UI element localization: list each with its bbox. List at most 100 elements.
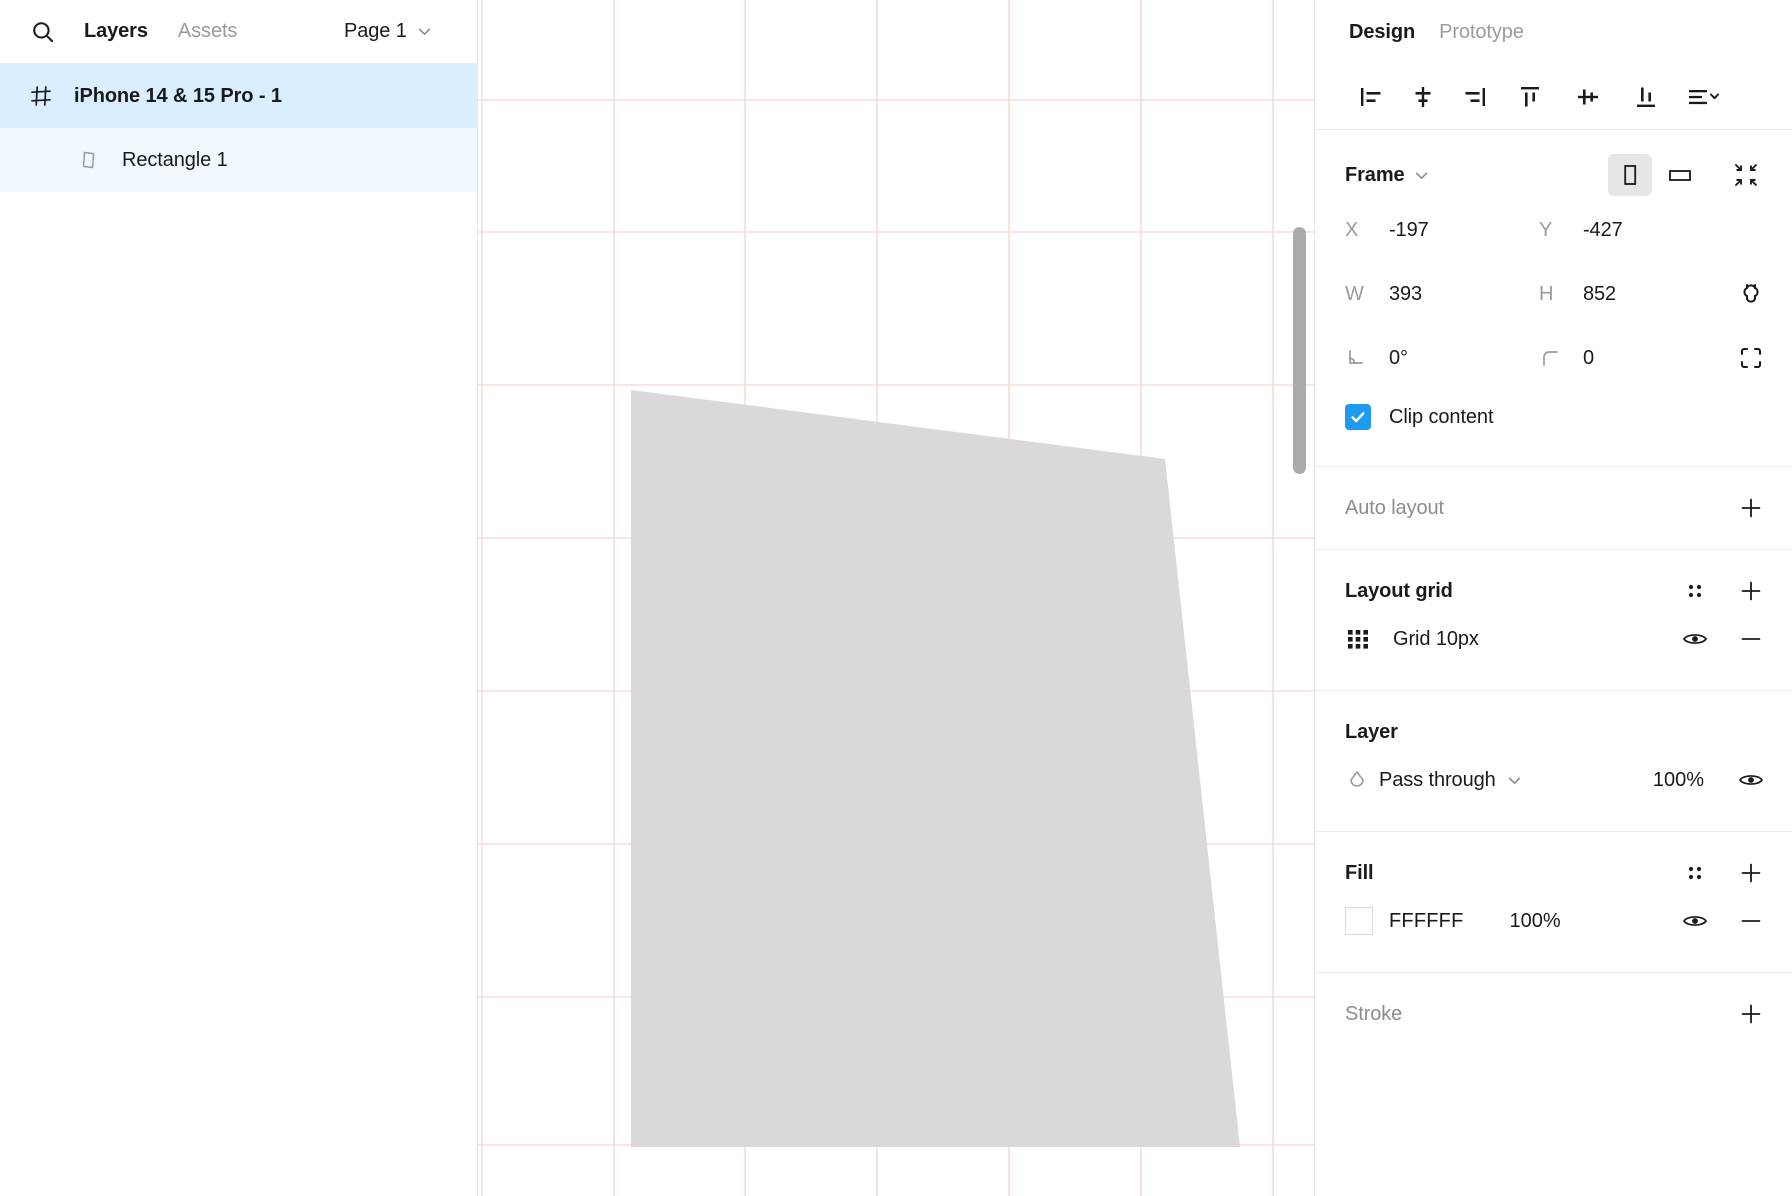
landscape-icon[interactable] xyxy=(1658,154,1702,196)
height-field[interactable]: H 852 xyxy=(1539,283,1733,306)
layout-grid-section: Layout grid Grid 10px xyxy=(1315,550,1792,691)
blend-mode-dropdown[interactable]: Pass through xyxy=(1379,769,1523,792)
chevron-down-icon xyxy=(416,23,433,40)
corner-radius-icon xyxy=(1539,347,1569,369)
blend-mode-value: Pass through xyxy=(1379,768,1496,791)
layer-list: iPhone 14 & 15 Pro - 1 Rectangle 1 xyxy=(0,64,477,192)
stroke-title: Stroke xyxy=(1345,1002,1403,1025)
layout-grid-item-label[interactable]: Grid 10px xyxy=(1393,628,1479,651)
fill-title: Fill xyxy=(1345,861,1374,884)
rotation-value[interactable]: 0° xyxy=(1389,347,1408,370)
design-panel-tabs: Design Prototype xyxy=(1315,0,1792,64)
frame-section-title: Frame xyxy=(1345,163,1405,186)
fill-color-swatch[interactable] xyxy=(1345,907,1373,935)
figma-window: Layers Assets Page 1 iPhone 14 & 15 Pro … xyxy=(0,0,1792,1196)
layer-row-frame[interactable]: iPhone 14 & 15 Pro - 1 xyxy=(0,64,477,128)
fill-opacity-value[interactable]: 100% xyxy=(1510,910,1561,933)
tab-prototype[interactable]: Prototype xyxy=(1439,17,1524,48)
layer-row-rectangle[interactable]: Rectangle 1 xyxy=(0,128,477,192)
rotation-icon xyxy=(1345,347,1375,369)
h-label: H xyxy=(1539,282,1554,305)
orientation-toggle xyxy=(1608,154,1702,196)
clip-content-label: Clip content xyxy=(1389,405,1494,428)
canvas-vertical-scrollbar[interactable] xyxy=(1293,227,1306,474)
add-layout-grid-plus-icon[interactable] xyxy=(1734,574,1768,608)
layers-panel-toolbar: Layers Assets Page 1 xyxy=(0,0,477,64)
y-value[interactable]: -427 xyxy=(1583,219,1623,242)
design-canvas[interactable] xyxy=(478,0,1314,1196)
y-label: Y xyxy=(1539,218,1553,241)
layer-name: Rectangle 1 xyxy=(122,148,228,171)
frame-section: Frame X -197 Y -427 W 393 H 852 0° 0 Cli… xyxy=(1315,130,1792,467)
fill-item: FFFFFF 100% xyxy=(1345,892,1768,950)
corner-radius-value[interactable]: 0 xyxy=(1583,347,1594,370)
align-horizontal-center-icon[interactable] xyxy=(1397,75,1449,119)
resize-to-fit-icon[interactable] xyxy=(1724,154,1768,196)
eye-icon[interactable] xyxy=(1678,622,1712,656)
independent-corners-icon[interactable] xyxy=(1738,345,1768,371)
add-stroke-plus-icon[interactable] xyxy=(1734,997,1768,1031)
vector-shape-icon xyxy=(72,149,106,171)
design-panel: Design Prototype Frame X -197 Y -427 W 3… xyxy=(1314,0,1792,1196)
fill-settings-icon[interactable] xyxy=(1678,856,1712,890)
rotation-field[interactable]: 0° xyxy=(1345,347,1539,370)
constrain-proportions-icon[interactable] xyxy=(1738,281,1768,307)
align-bottom-icon[interactable] xyxy=(1617,75,1675,119)
tab-design[interactable]: Design xyxy=(1349,17,1415,48)
tab-assets[interactable]: Assets xyxy=(170,16,245,47)
page-selector[interactable]: Page 1 xyxy=(344,20,433,43)
auto-layout-section: Auto layout xyxy=(1315,467,1792,550)
layers-panel: Layers Assets Page 1 iPhone 14 & 15 Pro … xyxy=(0,0,478,1196)
eye-icon[interactable] xyxy=(1678,904,1712,938)
layer-section: Layer Pass through 100% xyxy=(1315,691,1792,832)
eye-icon[interactable] xyxy=(1734,763,1768,797)
frame-icon xyxy=(24,84,58,108)
stroke-header: Stroke xyxy=(1345,995,1768,1033)
distribute-menu-icon[interactable] xyxy=(1675,75,1733,119)
align-top-icon[interactable] xyxy=(1501,75,1559,119)
add-auto-layout-plus-icon[interactable] xyxy=(1734,491,1768,525)
remove-layout-grid-minus-icon[interactable] xyxy=(1734,622,1768,656)
blend-mode-icon xyxy=(1345,768,1369,792)
x-field[interactable]: X -197 xyxy=(1345,219,1539,242)
align-vertical-center-icon[interactable] xyxy=(1559,75,1617,119)
grid-dots-icon[interactable] xyxy=(1345,626,1383,652)
y-field[interactable]: Y -427 xyxy=(1539,219,1733,242)
position-row: X -197 Y -427 xyxy=(1345,198,1768,262)
layer-opacity-value[interactable]: 100% xyxy=(1653,769,1704,792)
chevron-down-icon xyxy=(1506,772,1523,789)
fill-section: Fill FFFFFF 100% xyxy=(1315,832,1792,973)
w-value[interactable]: 393 xyxy=(1389,283,1422,306)
portrait-icon[interactable] xyxy=(1608,154,1652,196)
rotation-corner-row: 0° 0 xyxy=(1345,326,1768,390)
stroke-section: Stroke xyxy=(1315,973,1792,1055)
fill-hex-value[interactable]: FFFFFF xyxy=(1389,910,1464,933)
layer-title: Layer xyxy=(1345,720,1398,743)
clip-content-checkbox[interactable] xyxy=(1345,404,1371,430)
grid-settings-icon[interactable] xyxy=(1678,574,1712,608)
page-selector-label: Page 1 xyxy=(344,20,407,42)
size-row: W 393 H 852 xyxy=(1345,262,1768,326)
align-left-icon[interactable] xyxy=(1345,75,1397,119)
alignment-toolbar xyxy=(1315,64,1792,130)
x-label: X xyxy=(1345,218,1359,241)
layer-name: iPhone 14 & 15 Pro - 1 xyxy=(74,84,282,107)
w-label: W xyxy=(1345,282,1364,305)
layout-grid-item[interactable]: Grid 10px xyxy=(1345,610,1768,668)
width-field[interactable]: W 393 xyxy=(1345,283,1539,306)
remove-fill-minus-icon[interactable] xyxy=(1734,904,1768,938)
x-value[interactable]: -197 xyxy=(1389,219,1429,242)
tab-layers[interactable]: Layers xyxy=(76,16,156,47)
corner-radius-field[interactable]: 0 xyxy=(1539,347,1733,370)
auto-layout-title: Auto layout xyxy=(1345,496,1444,519)
clip-content-row[interactable]: Clip content xyxy=(1345,390,1768,444)
align-right-icon[interactable] xyxy=(1449,75,1501,119)
rectangle-1-shape[interactable] xyxy=(478,0,1314,1196)
frame-preset-dropdown[interactable]: Frame xyxy=(1345,164,1430,187)
search-icon[interactable] xyxy=(26,15,60,49)
layer-header: Layer xyxy=(1345,713,1768,751)
add-fill-plus-icon[interactable] xyxy=(1734,856,1768,890)
h-value[interactable]: 852 xyxy=(1583,283,1616,306)
layout-grid-header: Layout grid xyxy=(1345,572,1768,610)
fill-header: Fill xyxy=(1345,854,1768,892)
